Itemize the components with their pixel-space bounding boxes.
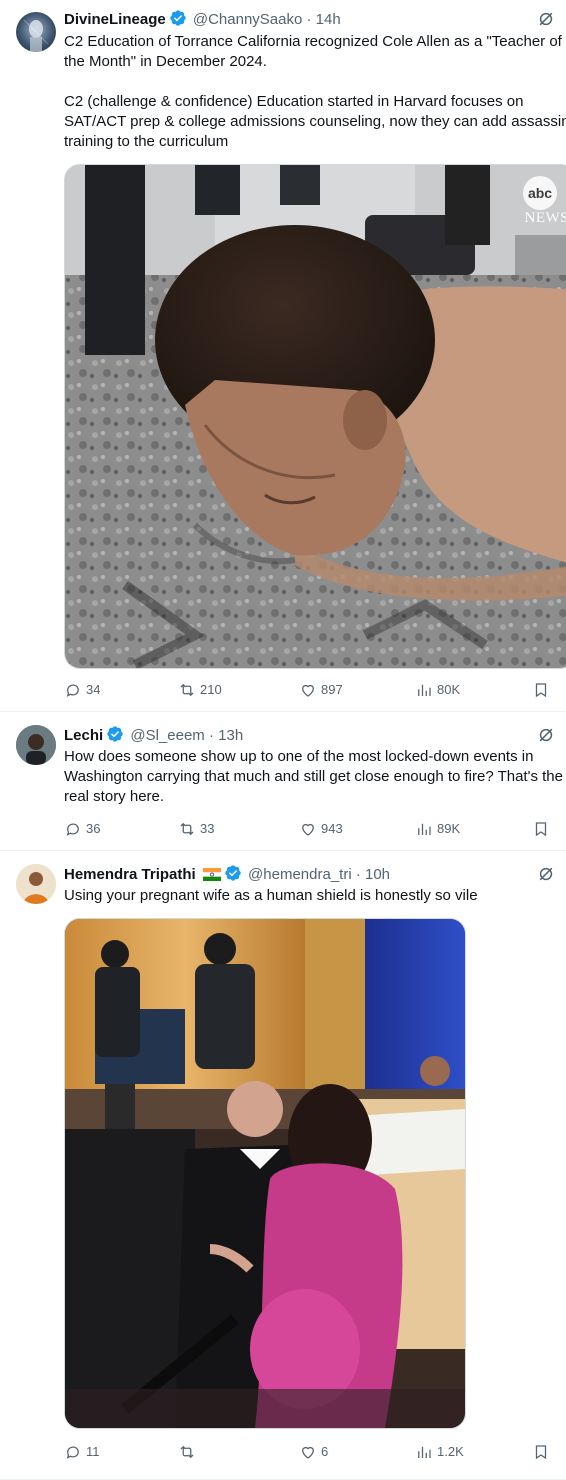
repost-icon xyxy=(180,683,194,697)
post-time[interactable]: · 10h xyxy=(356,866,390,883)
tweet-text: How does someone show up to one of the m… xyxy=(64,748,563,805)
reply-button[interactable]: 34 xyxy=(64,680,100,700)
grok-icon[interactable] xyxy=(536,864,556,884)
like-icon xyxy=(302,684,314,697)
photo-man-on-floor xyxy=(65,165,566,668)
reply-count: 36 xyxy=(86,821,101,836)
author-name[interactable]: Hemendra Tripathi xyxy=(64,866,196,883)
bookmark-button[interactable] xyxy=(532,1442,550,1462)
verified-badge-icon xyxy=(169,9,187,33)
reply-icon xyxy=(66,684,79,697)
repost-count: 210 xyxy=(200,682,222,697)
like-button[interactable]: 943 xyxy=(299,819,343,839)
verified-badge-icon xyxy=(224,864,242,888)
bookmark-icon xyxy=(535,822,547,837)
post-time[interactable]: · 13h xyxy=(209,727,243,744)
grok-icon[interactable] xyxy=(536,9,556,29)
post-time[interactable]: · 14h xyxy=(307,11,341,28)
repost-icon xyxy=(180,822,194,836)
like-button[interactable]: 6 xyxy=(299,1442,328,1462)
reply-button[interactable]: 36 xyxy=(64,819,100,839)
views-count: 1.2K xyxy=(437,1444,464,1459)
bookmark-button[interactable] xyxy=(532,819,550,839)
verified-badge-icon xyxy=(106,725,124,749)
author-name[interactable]: DivineLineage xyxy=(64,11,166,28)
views-button[interactable]: 89K xyxy=(415,819,460,839)
avatar-divinelineage[interactable] xyxy=(16,12,56,52)
tweet-1[interactable]: DivineLineage @ChannySaako · 14h · C2 Ed… xyxy=(0,0,566,712)
like-count: 897 xyxy=(321,682,343,697)
views-icon xyxy=(418,684,431,696)
grok-icon[interactable] xyxy=(536,725,556,745)
avatar-image xyxy=(16,864,56,904)
avatar-hemendra[interactable] xyxy=(16,864,56,904)
tweet-media-photo[interactable] xyxy=(64,918,466,1429)
tweet-text: C2 Education of Torrance California reco… xyxy=(64,33,566,150)
reply-count: 11 xyxy=(86,1444,100,1459)
repost-button[interactable]: 210 xyxy=(178,680,222,700)
tweet-media-photo[interactable]: abc NEWS xyxy=(64,164,566,669)
tweet-text: Using your pregnant wife as a human shie… xyxy=(64,887,478,904)
india-flag-icon xyxy=(202,867,221,887)
views-button[interactable]: 80K xyxy=(415,680,460,700)
repost-count: 33 xyxy=(200,821,215,836)
author-handle[interactable]: @hemendra_tri xyxy=(248,866,352,883)
views-icon xyxy=(418,1446,431,1458)
bookmark-icon xyxy=(535,683,547,698)
author-handle[interactable]: @ChannySaako xyxy=(193,11,302,28)
views-icon xyxy=(418,823,431,835)
bookmark-icon xyxy=(535,1445,547,1460)
reply-count: 34 xyxy=(86,682,101,697)
avatar-image xyxy=(23,19,49,52)
photo-event-scene xyxy=(65,919,465,1428)
tweet-3[interactable]: Hemendra Tripathi @hemendra_tri · 10h · … xyxy=(0,851,566,1480)
avatar-image xyxy=(16,725,56,765)
watermark-news: NEWS xyxy=(524,210,566,226)
like-icon xyxy=(302,1446,314,1459)
reply-icon xyxy=(66,1446,79,1459)
watermark-abc: abc xyxy=(527,185,553,201)
repost-icon xyxy=(180,1445,194,1459)
author-handle[interactable]: @Sl_eeem xyxy=(130,727,204,744)
avatar-lechi[interactable] xyxy=(16,725,56,765)
tweet-2[interactable]: Lechi @Sl_eeem · 13h · How does someone … xyxy=(0,712,566,851)
like-icon xyxy=(302,823,314,836)
views-count: 80K xyxy=(437,682,461,697)
author-name[interactable]: Lechi xyxy=(64,727,103,744)
reply-button[interactable]: 11 xyxy=(64,1442,100,1462)
views-count: 89K xyxy=(437,821,461,836)
bookmark-button[interactable] xyxy=(532,680,550,700)
views-button[interactable]: 1.2K xyxy=(415,1442,464,1462)
like-count: 6 xyxy=(321,1444,329,1459)
like-button[interactable]: 897 xyxy=(299,680,343,700)
repost-button[interactable] xyxy=(178,1442,200,1462)
like-count: 943 xyxy=(321,821,343,836)
reply-icon xyxy=(66,823,79,836)
repost-button[interactable]: 33 xyxy=(178,819,214,839)
